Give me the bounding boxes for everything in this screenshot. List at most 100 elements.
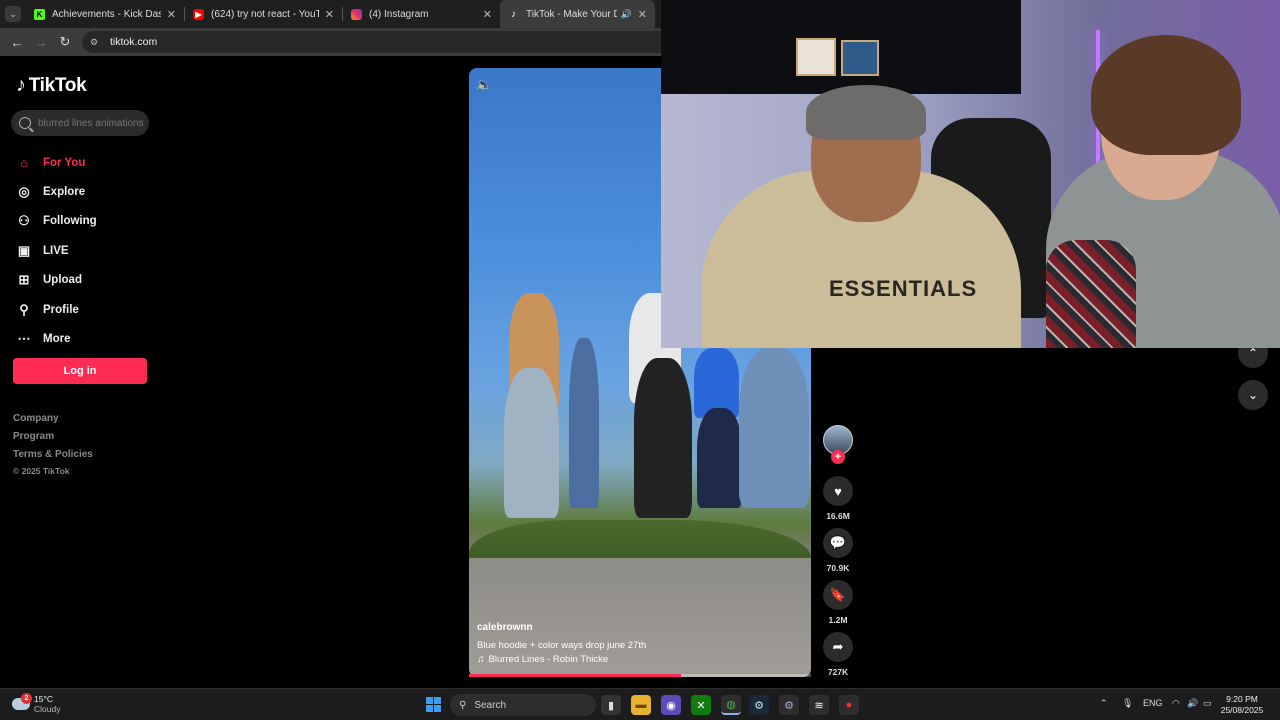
- search-box[interactable]: [11, 110, 149, 136]
- webcam-canvas-painting: [796, 38, 836, 76]
- close-icon[interactable]: ✕: [638, 8, 647, 21]
- chevron-up-icon: ⌃: [1247, 346, 1259, 360]
- next-video-button[interactable]: ⌄: [1238, 380, 1268, 410]
- url-text: tiktok.com: [110, 36, 158, 48]
- share-count: 727K: [827, 667, 849, 677]
- tray-overflow-icon[interactable]: ⌃: [1100, 698, 1108, 709]
- footer-link-company[interactable]: Company: [13, 412, 93, 430]
- tiktok-icon: ♪: [511, 8, 516, 20]
- screen: ⌄ K Achievements - Kick Dashboard ✕ ▶ (6…: [0, 0, 1280, 720]
- steam-icon[interactable]: ⚙: [749, 695, 769, 715]
- tab-search-button[interactable]: ⌄: [0, 0, 26, 28]
- microphone-icon[interactable]: 🎙: [1122, 698, 1133, 709]
- app-icon[interactable]: ◉: [661, 695, 681, 715]
- video-progress-bar[interactable]: [469, 674, 811, 677]
- cloud-icon: 2: [12, 693, 32, 710]
- browser-toolbar: ← → ↻ ⚙ tiktok.com: [0, 28, 661, 56]
- forward-button[interactable]: →: [30, 31, 52, 53]
- chevron-down-icon: ⌄: [1247, 388, 1259, 402]
- save-button[interactable]: 🔖: [823, 580, 853, 610]
- footer-link-terms[interactable]: Terms & Policies: [13, 448, 93, 466]
- search-icon: [19, 117, 31, 129]
- sidebar-item-profile[interactable]: ⚲ Profile: [16, 295, 97, 324]
- video-dancer: [697, 408, 742, 508]
- close-icon[interactable]: ✕: [483, 8, 492, 21]
- tiktok-logo[interactable]: ♪ TikTok: [16, 74, 87, 97]
- copyright: © 2025 TikTok: [13, 466, 70, 476]
- sidebar-item-label: Explore: [43, 186, 86, 199]
- chevron-down-icon: ⌄: [5, 6, 21, 22]
- sidebar-item-label: For You: [43, 156, 86, 169]
- share-button[interactable]: ➦: [823, 632, 853, 662]
- logo-text: TikTok: [28, 74, 87, 96]
- obs-icon[interactable]: ●: [839, 695, 859, 715]
- sidebar-item-following[interactable]: ⚇ Following: [16, 207, 97, 236]
- taskbar-search-label: Search: [474, 699, 507, 711]
- address-bar[interactable]: ⚙ tiktok.com: [82, 31, 661, 53]
- login-button[interactable]: Log in: [13, 358, 147, 384]
- webcam-person-hair: [1091, 35, 1241, 155]
- chrome-icon[interactable]: ◍: [721, 695, 741, 715]
- settings-icon[interactable]: ⚙: [779, 695, 799, 715]
- site-info-icon[interactable]: ⚙: [90, 37, 102, 48]
- tab-title: (4) Instagram: [369, 8, 429, 20]
- sidebar-item-explore[interactable]: ◎ Explore: [16, 177, 97, 206]
- webcam-plaid-blanket: [1046, 240, 1136, 348]
- like-count: 16.6M: [826, 511, 850, 521]
- tab-youtube[interactable]: ▶ (624) try not react - YouTube ✕: [185, 0, 342, 28]
- windows-taskbar: 2 15°C Cloudy ⚲ Search ▮ ▬ ◉ ✕ ◍ ⚙ ⚙ ≋ ●…: [0, 688, 1280, 720]
- weather-desc: Cloudy: [34, 704, 61, 714]
- weather-temp: 15°C: [34, 694, 53, 704]
- video-trees: [469, 520, 811, 562]
- wifi-icon[interactable]: ◠: [1172, 698, 1180, 709]
- upload-icon: ⊞: [18, 272, 30, 288]
- sidebar-footer: Company Program Terms & Policies © 2025 …: [13, 412, 93, 476]
- video-music[interactable]: ♫ Blurred Lines - Robin Thicke: [477, 654, 608, 665]
- compass-icon: ◎: [18, 184, 30, 200]
- capcut-icon[interactable]: ≋: [809, 695, 829, 715]
- weather-widget[interactable]: 2 15°C Cloudy: [12, 693, 61, 714]
- close-icon[interactable]: ✕: [325, 8, 334, 21]
- profile-icon: ⚲: [19, 301, 29, 317]
- comment-count: 70.9K: [826, 563, 850, 573]
- file-explorer-icon[interactable]: ▬: [631, 695, 651, 715]
- sidebar-item-for-you[interactable]: ⌂ For You: [16, 148, 97, 177]
- battery-icon[interactable]: ▭: [1203, 698, 1212, 709]
- video-description: Blue hoodie + color ways drop june 27th: [477, 640, 647, 651]
- close-icon[interactable]: ✕: [167, 8, 176, 21]
- clock-time: 9:20 PM: [1226, 694, 1258, 704]
- sidebar-item-label: Following: [43, 215, 97, 228]
- comment-button[interactable]: 💬: [823, 528, 853, 558]
- video-dancer: [504, 368, 559, 518]
- sidebar-item-label: Upload: [43, 274, 82, 287]
- start-button[interactable]: [426, 697, 441, 712]
- plus-icon: +: [834, 451, 842, 463]
- video-dancer: [569, 338, 599, 508]
- search-input[interactable]: [38, 117, 148, 129]
- video-progress-fill: [469, 674, 682, 677]
- system-clock[interactable]: 9:20 PM 25/08/2025: [1218, 694, 1266, 716]
- tab-instagram[interactable]: (4) Instagram ✕: [343, 0, 500, 28]
- tab-tiktok[interactable]: ♪ TikTok - Make Your Day 🔊 ✕: [500, 0, 655, 28]
- sidebar-item-live[interactable]: ▣ LIVE: [16, 236, 97, 265]
- volume-icon[interactable]: 🔊: [1187, 698, 1198, 709]
- tab-title: (624) try not react - YouTube: [211, 8, 319, 20]
- taskbar-search[interactable]: ⚲ Search: [450, 694, 596, 716]
- reload-button[interactable]: ↻: [54, 31, 76, 53]
- follow-button[interactable]: +: [831, 450, 845, 464]
- music-title: Blurred Lines - Robin Thicke: [488, 654, 609, 665]
- xbox-icon[interactable]: ✕: [691, 695, 711, 715]
- like-button[interactable]: ♥: [823, 476, 853, 506]
- task-view-icon[interactable]: ▮: [601, 695, 621, 715]
- sidebar-item-upload[interactable]: ⊞ Upload: [16, 266, 97, 295]
- kick-icon: K: [34, 8, 45, 20]
- comment-icon: 💬: [829, 535, 847, 550]
- sidebar-item-more[interactable]: ⋯ More: [16, 324, 97, 353]
- footer-link-program[interactable]: Program: [13, 430, 93, 448]
- back-button[interactable]: ←: [6, 31, 28, 53]
- speaker-icon[interactable]: 🔊: [621, 9, 632, 20]
- tab-kick-dashboard[interactable]: K Achievements - Kick Dashboard ✕: [26, 0, 184, 28]
- speaker-icon[interactable]: 🔈: [476, 77, 492, 93]
- language-indicator[interactable]: ENG: [1143, 698, 1163, 708]
- video-username[interactable]: calebrownn: [477, 622, 533, 633]
